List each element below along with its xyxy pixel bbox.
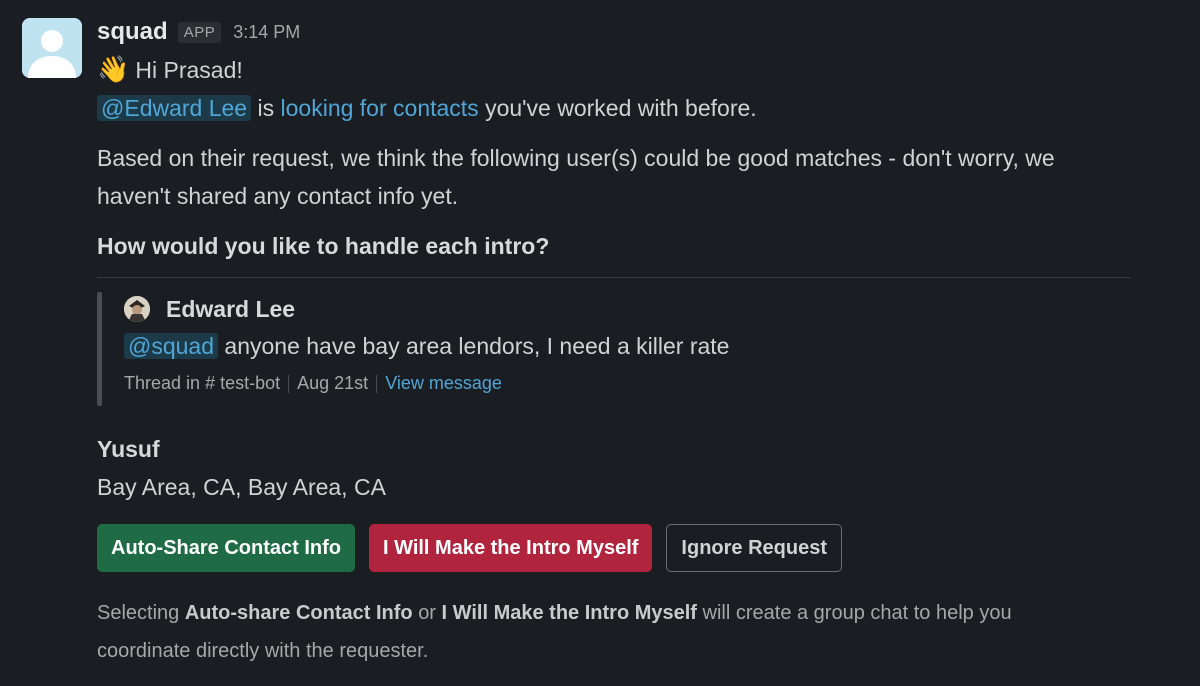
is-text: is	[257, 95, 275, 121]
footnote-bold1: Auto-share Contact Info	[184, 602, 413, 624]
edward-lee-avatar-icon[interactable]	[124, 296, 150, 322]
action-buttons: Auto-Share Contact Info I Will Make the …	[97, 524, 1132, 572]
mention-squad[interactable]: @squad	[124, 333, 219, 359]
greeting-line: 👋 Hi Prasad!	[97, 50, 1132, 89]
quote-meta: Thread in # test-bot Aug 21st View message	[124, 366, 1132, 400]
quote-bar	[97, 292, 102, 406]
quote-author-row: Edward Lee	[124, 292, 1132, 326]
auto-share-contact-info-button[interactable]: Auto-Share Contact Info	[97, 524, 355, 572]
match-location: Bay Area, CA, Bay Area, CA	[97, 474, 386, 500]
mention-edward-lee[interactable]: @Edward Lee	[97, 95, 252, 121]
divider	[97, 277, 1131, 278]
squad-avatar-icon[interactable]	[22, 18, 82, 78]
channel-hash-icon: #	[205, 373, 216, 393]
match-name: Yusuf	[97, 436, 160, 462]
make-intro-myself-button[interactable]: I Will Make the Intro Myself	[369, 524, 653, 572]
thread-prefix: Thread in	[124, 373, 201, 393]
wave-emoji-icon: 👋	[97, 54, 130, 84]
quote-text-line: @squad anyone have bay area lendors, I n…	[124, 326, 1132, 366]
message: squad APP 3:14 PM 👋 Hi Prasad! @Edward Le…	[0, 0, 1200, 686]
message-header: squad APP 3:14 PM	[97, 14, 1132, 50]
quote-date: Aug 21st	[297, 373, 369, 393]
quote-text: anyone have bay area lendors, I need a k…	[224, 333, 730, 359]
ignore-request-button[interactable]: Ignore Request	[666, 524, 842, 572]
app-badge: APP	[177, 21, 222, 43]
view-message-link[interactable]: View message	[385, 373, 502, 393]
quote-author-name[interactable]: Edward Lee	[166, 296, 295, 323]
footnote: Selecting Auto-share Contact Info or I W…	[97, 594, 1107, 670]
sender-name[interactable]: squad	[97, 18, 168, 46]
message-content: squad APP 3:14 PM 👋 Hi Prasad! @Edward Le…	[97, 14, 1132, 670]
meta-separator	[288, 375, 290, 394]
looking-for-contacts-link[interactable]: looking for contacts	[281, 95, 479, 121]
question-text: How would you like to handle each intro?	[97, 233, 550, 259]
channel-name[interactable]: test-bot	[220, 373, 280, 393]
quoted-message: Edward Lee @squad anyone have bay area l…	[97, 292, 1132, 406]
match-user: Yusuf Bay Area, CA, Bay Area, CA	[97, 430, 1132, 506]
timestamp[interactable]: 3:14 PM	[233, 22, 300, 43]
footnote-part2: or	[418, 602, 436, 624]
request-line: @Edward Lee is looking for contacts you'…	[97, 89, 1132, 127]
meta-separator	[376, 375, 378, 394]
request-suffix: you've worked with before.	[485, 95, 757, 121]
greeting-prefix: Hi	[135, 57, 158, 83]
footnote-part1: Selecting	[97, 602, 180, 624]
footnote-bold2: I Will Make the Intro Myself	[441, 602, 697, 624]
body-text: Based on their request, we think the fol…	[97, 145, 1055, 209]
greeting-name: Prasad!	[163, 57, 243, 83]
